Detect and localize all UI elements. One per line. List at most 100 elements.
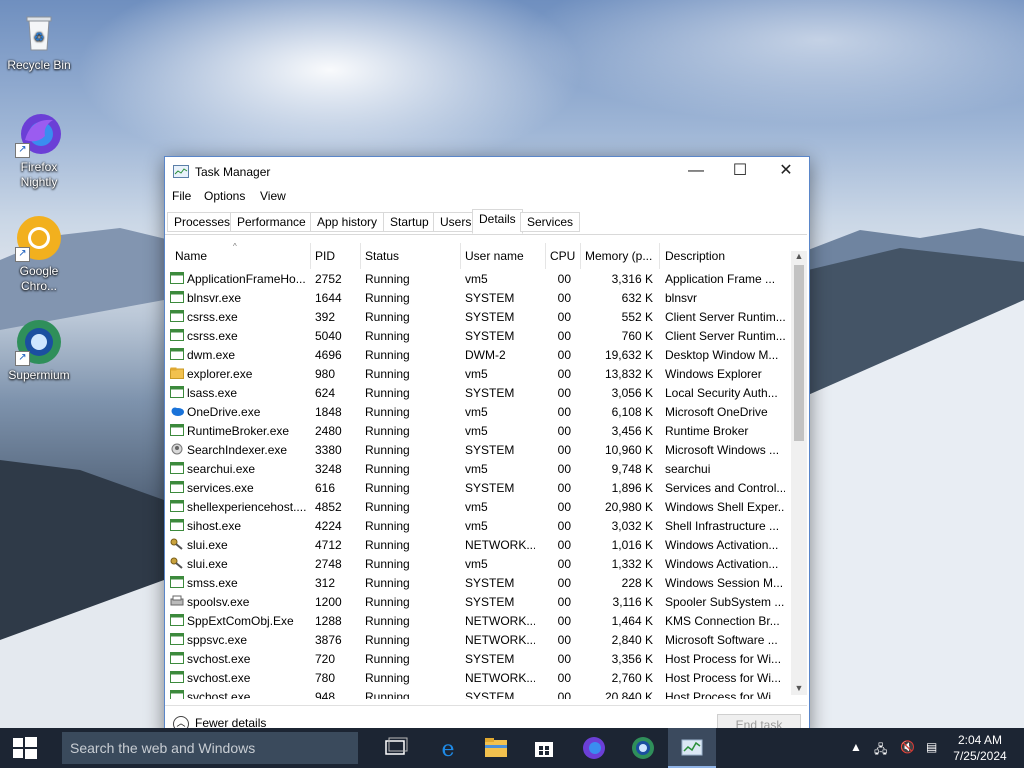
column-divider[interactable] [659,243,660,269]
table-row[interactable]: sihost.exe 4224 Running vm5 00 3,032 K Shell I… [167,516,791,535]
table-row[interactable]: SppExtComObj.Exe 1288 Running NETWORK... 00 1… [167,611,791,630]
shortcut-arrow-icon: ↗ [15,351,30,366]
table-row[interactable]: csrss.exe 5040 Running SYSTEM 00 760 K Client … [167,326,791,345]
show-hidden-icons-icon[interactable]: ▲ [850,740,862,754]
volume-muted-icon[interactable]: 🔇 [900,740,915,754]
table-row[interactable]: svchost.exe 720 Running SYSTEM 00 3,356 K Host… [167,649,791,668]
process-memory: 3,032 K [611,519,653,533]
tab-details[interactable]: Details [472,209,523,234]
process-cpu: 00 [557,671,571,685]
table-row[interactable]: services.exe 616 Running SYSTEM 00 1,896 K Ser… [167,478,791,497]
menu-view[interactable]: View [260,189,286,203]
process-pid: 2480 [315,424,342,438]
table-row[interactable]: sppsvc.exe 3876 Running NETWORK... 00 2,840 K… [167,630,791,649]
table-row[interactable]: dwm.exe 4696 Running DWM-2 00 19,632 K Desktop… [167,345,791,364]
scroll-down-icon[interactable]: ▼ [791,683,807,693]
table-row[interactable]: spoolsv.exe 1200 Running SYSTEM 00 3,116 K Spo… [167,592,791,611]
process-cpu: 00 [557,576,571,590]
network-icon[interactable]: 🖧 [874,740,887,761]
taskbar-task-view[interactable] [372,728,420,768]
desktop-icon-google-chrome[interactable]: ↗ Google Chro... [1,214,77,294]
column-status[interactable]: Status [365,249,399,263]
process-name: services.exe [187,481,254,495]
table-row[interactable]: smss.exe 312 Running SYSTEM 00 228 K Windows S… [167,573,791,592]
start-button[interactable] [0,728,50,768]
app-icon [170,500,184,512]
table-row[interactable]: csrss.exe 392 Running SYSTEM 00 552 K Client S… [167,307,791,326]
minimize-button[interactable]: — [673,157,719,187]
tab-services[interactable]: Services [520,212,581,232]
table-row[interactable]: OneDrive.exe 1848 Running vm5 00 6,108 K Micro… [167,402,791,421]
taskbar-firefox-nightly[interactable] [570,728,618,768]
process-status: Running [365,291,410,305]
process-cpu: 00 [557,538,571,552]
column-description[interactable]: Description [665,249,725,263]
vertical-scrollbar[interactable]: ▲ ▼ [791,251,807,695]
action-center-icon[interactable]: ▤ [926,740,937,754]
process-name: blnsvr.exe [187,291,242,305]
app-icon [170,481,184,493]
column-divider[interactable] [360,243,361,269]
process-memory: 19,632 K [604,348,653,362]
title-bar[interactable]: Task Manager — ☐ ✕ [165,157,809,187]
taskbar-store[interactable] [520,728,568,768]
close-button[interactable]: ✕ [763,157,809,187]
column-divider[interactable] [580,243,581,269]
process-memory: 1,464 K [611,614,653,628]
scroll-up-icon[interactable]: ▲ [791,251,807,261]
column-pid[interactable]: PID [315,249,335,263]
desktop-icon-supermium[interactable]: ↗ Supermium [1,318,77,383]
tab-startup[interactable]: Startup [383,212,436,232]
process-pid: 980 [315,367,336,381]
column-memory[interactable]: Memory (p... [585,249,652,263]
app-icon [170,690,184,699]
desktop-icon-recycle-bin[interactable]: ♻ Recycle Bin [1,8,77,73]
table-row[interactable]: blnsvr.exe 1644 Running SYSTEM 00 632 K blnsvr [167,288,791,307]
process-pid: 3248 [315,462,342,476]
tab-processes[interactable]: Processes [167,212,238,232]
table-row[interactable]: explorer.exe 980 Running vm5 00 13,832 K Windo… [167,364,791,383]
scrollbar-thumb[interactable] [794,265,804,441]
table-row[interactable]: shellexperiencehost.... 4852 Running vm5 00 2… [167,497,791,516]
table-row[interactable]: svchost.exe 780 Running NETWORK... 00 2,760 K… [167,668,791,687]
taskbar-file-explorer[interactable] [472,728,520,768]
tab-app-history[interactable]: App history [310,212,385,232]
table-row[interactable]: svchost.exe 948 Running SYSTEM 00 20,840 K Hos… [167,687,791,699]
column-divider[interactable] [460,243,461,269]
table-row[interactable]: RuntimeBroker.exe 2480 Running vm5 00 3,456 K… [167,421,791,440]
windows-logo-icon [13,737,37,759]
desktop-icon-firefox-nightly[interactable]: ↗ Firefox Nightly [1,110,77,190]
table-row[interactable]: SearchIndexer.exe 3380 Running SYSTEM 00 10,9… [167,440,791,459]
process-cpu: 00 [557,614,571,628]
process-status: Running [365,519,410,533]
process-pid: 720 [315,652,336,666]
column-name[interactable]: Name [175,249,207,263]
column-cpu[interactable]: CPU [550,249,575,263]
column-divider[interactable] [545,243,546,269]
search-input[interactable]: Search the web and Windows [62,732,358,764]
table-row[interactable]: slui.exe 2748 Running vm5 00 1,332 K Windows A… [167,554,791,573]
recycle-bin-icon: ♻ [15,8,63,56]
process-user: SYSTEM [465,481,515,495]
process-description: Windows Explorer [665,367,762,381]
app-icon [170,671,184,683]
table-row[interactable]: ApplicationFrameHo... 2752 Running vm5 00 3,3… [167,269,791,288]
process-cpu: 00 [557,652,571,666]
column-user-name[interactable]: User name [465,249,524,263]
process-name: smss.exe [187,576,238,590]
menu-file[interactable]: File [172,189,191,203]
menu-options[interactable]: Options [204,189,245,203]
tab-performance[interactable]: Performance [230,212,313,232]
taskbar-task-manager[interactable] [668,728,716,768]
process-description: blnsvr [665,291,698,305]
table-row[interactable]: slui.exe 4712 Running NETWORK... 00 1,016 K Wi… [167,535,791,554]
column-divider[interactable] [310,243,311,269]
process-name: SppExtComObj.Exe [187,614,294,628]
table-row[interactable]: searchui.exe 3248 Running vm5 00 9,748 K searc… [167,459,791,478]
taskbar-edge[interactable]: e [424,728,472,768]
maximize-button[interactable]: ☐ [717,157,763,187]
taskbar-supermium[interactable] [619,728,667,768]
app-icon [170,291,184,303]
table-row[interactable]: lsass.exe 624 Running SYSTEM 00 3,056 K Local … [167,383,791,402]
clock[interactable]: 2:04 AM 7/25/2024 [950,732,1010,764]
